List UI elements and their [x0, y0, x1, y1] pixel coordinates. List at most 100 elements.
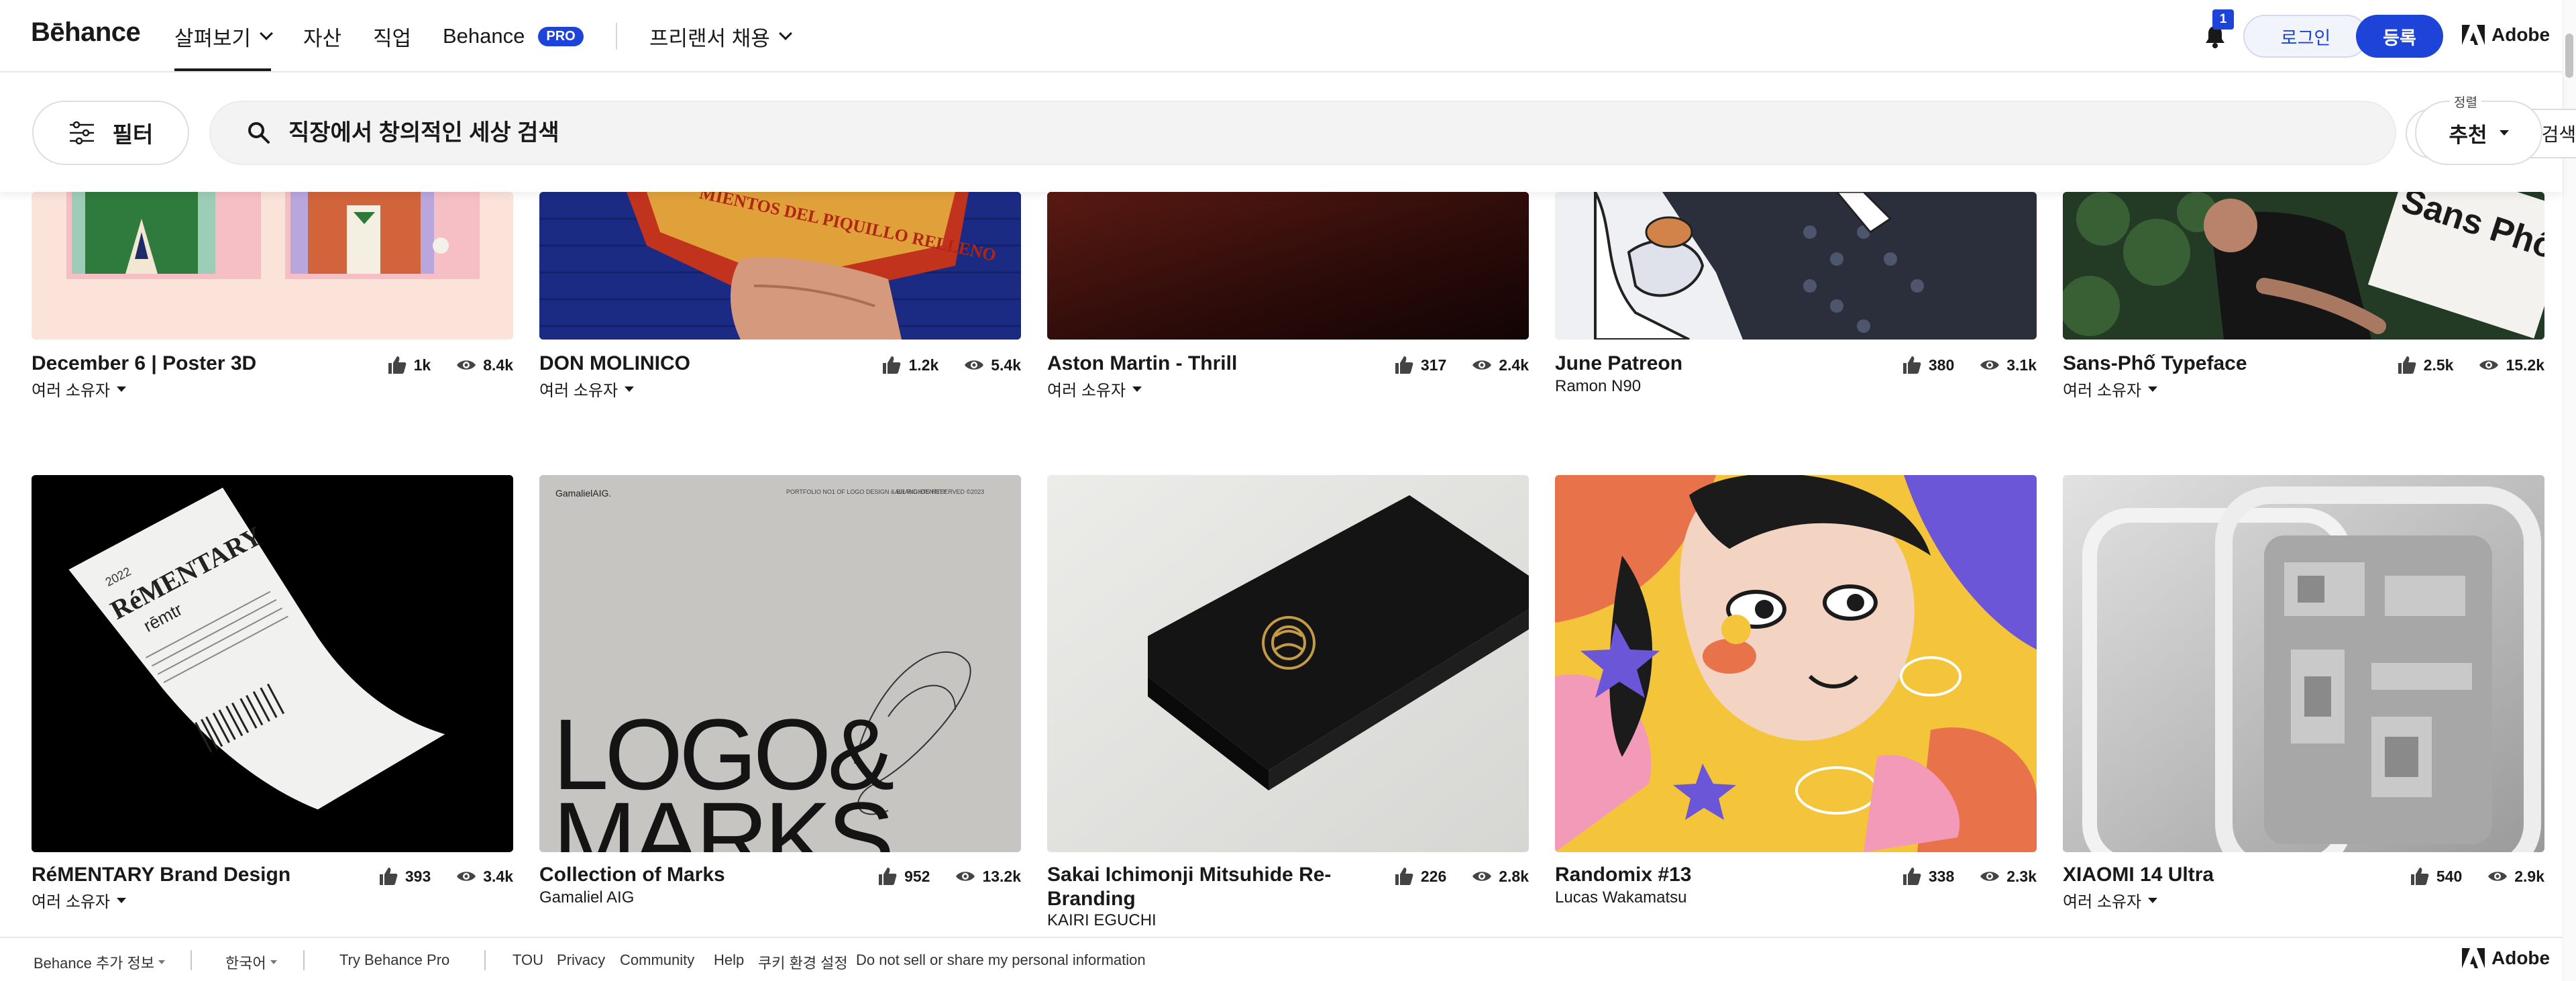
owner-name: Gamaliel AIG: [539, 888, 635, 907]
owner-menu[interactable]: 여러 소유자: [2063, 888, 2158, 912]
signup-button[interactable]: 등록: [2356, 15, 2443, 58]
project-stats: 380 3.1k: [1902, 356, 2037, 374]
filter-button[interactable]: 필터: [32, 101, 189, 165]
views-count: 3.1k: [2006, 356, 2037, 374]
search-input[interactable]: [288, 102, 2167, 164]
sort-label: 정렬: [2450, 93, 2481, 111]
sliders-icon: [69, 121, 94, 145]
footer-help[interactable]: Help: [714, 951, 744, 969]
behance-logo[interactable]: Bēhance: [31, 17, 141, 48]
project-thumbnail[interactable]: [1047, 192, 1529, 340]
nav-divider: [616, 23, 617, 50]
owner-link[interactable]: KAIRI EGUCHI: [1047, 911, 1157, 930]
footer-community[interactable]: Community: [620, 951, 694, 969]
owner-name: 여러 소유자: [2063, 382, 2142, 400]
owner-menu[interactable]: 여러 소유자: [32, 888, 127, 912]
views-count: 3.4k: [483, 867, 513, 885]
caret-down-icon: [270, 960, 277, 964]
owner-menu[interactable]: 여러 소유자: [1047, 377, 1142, 401]
footer-cookies[interactable]: 쿠키 환경 설정: [758, 951, 848, 973]
thumbs-up-icon: [2398, 356, 2416, 374]
thumbs-up-icon: [1902, 868, 1921, 885]
footer-try-pro[interactable]: Try Behance Pro: [339, 951, 449, 969]
views-count: 2.8k: [1499, 867, 1529, 885]
footer-tou[interactable]: TOU: [513, 951, 543, 969]
project-thumbnail[interactable]: [1047, 475, 1529, 852]
project-title[interactable]: DON MOLINICO: [539, 352, 690, 376]
chevron-down-icon: [778, 27, 792, 40]
likes-count: 317: [1420, 356, 1447, 374]
project-thumbnail[interactable]: Sans Phố: [2063, 192, 2544, 340]
nav-behance-pro[interactable]: Behance PRO: [443, 21, 584, 51]
nav-behance-label: Behance: [443, 24, 525, 48]
project-thumbnail[interactable]: [32, 192, 513, 340]
project-title[interactable]: June Patreon: [1555, 352, 1682, 376]
owner-menu[interactable]: 여러 소유자: [32, 377, 127, 401]
owner-menu[interactable]: 여러 소유자: [2063, 377, 2158, 401]
rementary-receipt-artwork: 2022 RéMENTARY rēmtr: [32, 475, 513, 852]
caret-down-icon: [117, 386, 127, 392]
owner-link[interactable]: Gamaliel AIG: [539, 888, 634, 907]
owner-link[interactable]: Lucas Wakamatsu: [1555, 888, 1687, 907]
views-count: 2.3k: [2006, 867, 2037, 885]
sans-pho-artwork: Sans Phố: [2063, 192, 2544, 340]
footer-divider: [484, 950, 486, 970]
project-title[interactable]: December 6 | Poster 3D: [32, 352, 256, 376]
nav-jobs-label: 직업: [373, 26, 412, 50]
footer-privacy[interactable]: Privacy: [557, 951, 605, 969]
eye-icon: [2488, 872, 2508, 881]
owner-name: 여러 소유자: [2063, 893, 2142, 911]
project-stats: 2.5k 15.2k: [2397, 356, 2544, 374]
sakai-box-artwork: [1047, 475, 1529, 852]
project-title[interactable]: Collection of Marks: [539, 863, 725, 887]
caret-down-icon: [2148, 386, 2158, 392]
adobe-label: Adobe: [2491, 24, 2551, 45]
nav-assets[interactable]: 자산: [303, 21, 341, 51]
caret-down-icon: [625, 386, 635, 392]
eye-icon: [1980, 872, 2000, 881]
footer-do-not-sell[interactable]: Do not sell or share my personal informa…: [856, 951, 1146, 969]
views-count: 15.2k: [2506, 356, 2544, 374]
owner-name: 여러 소유자: [539, 382, 619, 400]
project-thumbnail[interactable]: 2022 RéMENTARY rēmtr: [32, 475, 513, 852]
project-title[interactable]: Sakai Ichimonji Mitsuhide Re-Branding: [1047, 863, 1396, 911]
footer-more-info[interactable]: Behance 추가 정보: [34, 951, 166, 973]
owner-link[interactable]: Ramon N90: [1555, 377, 1641, 396]
footer-adobe-link[interactable]: Adobe: [2462, 947, 2550, 969]
footer-language[interactable]: 한국어: [225, 951, 277, 973]
eye-icon: [457, 872, 476, 881]
project-stats: 338 2.3k: [1902, 867, 2037, 886]
project-thumbnail[interactable]: GamalielAIG. PORTFOLIO NO1 OF LOGO DESIG…: [539, 475, 1021, 852]
login-button[interactable]: 로그인: [2243, 15, 2368, 58]
project-thumbnail[interactable]: [1555, 192, 2037, 340]
nav-jobs[interactable]: 직업: [373, 21, 411, 51]
eye-icon: [1472, 872, 1492, 881]
likes-count: 540: [2436, 867, 2463, 885]
thumbs-up-icon: [883, 356, 901, 374]
project-thumbnail[interactable]: MIENTOS DEL PIQUILLO RELLENO: [539, 192, 1021, 340]
adobe-logo-icon: [2462, 25, 2485, 45]
nav-hire-freelancers[interactable]: 프리랜서 채용: [649, 21, 792, 51]
project-title[interactable]: XIAOMI 14 Ultra: [2063, 863, 2214, 887]
filter-bar: 필터 이미지로 검색 추천 정렬: [0, 72, 2576, 192]
project-stats: 1.2k 5.4k: [881, 356, 1021, 374]
project-stats: 540 2.9k: [2410, 867, 2544, 886]
search-box[interactable]: 이미지로 검색: [209, 101, 2576, 165]
project-title[interactable]: Sans-Phố Typeface: [2063, 352, 2247, 376]
project-title[interactable]: RéMENTARY Brand Design: [32, 863, 290, 887]
project-thumbnail[interactable]: [1555, 475, 2037, 852]
nav-assets-label: 자산: [303, 26, 342, 50]
nav-explore[interactable]: 살펴보기: [174, 21, 273, 71]
thumbs-up-icon: [2410, 868, 2429, 885]
filter-label: 필터: [112, 122, 154, 147]
project-thumbnail[interactable]: [2063, 475, 2544, 852]
logo-marks-artwork: GamalielAIG. PORTFOLIO NO1 OF LOGO DESIG…: [539, 475, 1021, 852]
project-title[interactable]: Aston Martin - Thrill: [1047, 352, 1237, 376]
adobe-link[interactable]: Adobe: [2462, 24, 2550, 46]
project-title[interactable]: Randomix #13: [1555, 863, 1691, 887]
scrollbar-thumb[interactable]: [2565, 34, 2573, 78]
owner-name: KAIRI EGUCHI: [1047, 911, 1157, 929]
owner-menu[interactable]: 여러 소유자: [539, 377, 635, 401]
adobe-logo-icon: [2462, 948, 2485, 968]
xiaomi-artwork: [2063, 475, 2544, 852]
